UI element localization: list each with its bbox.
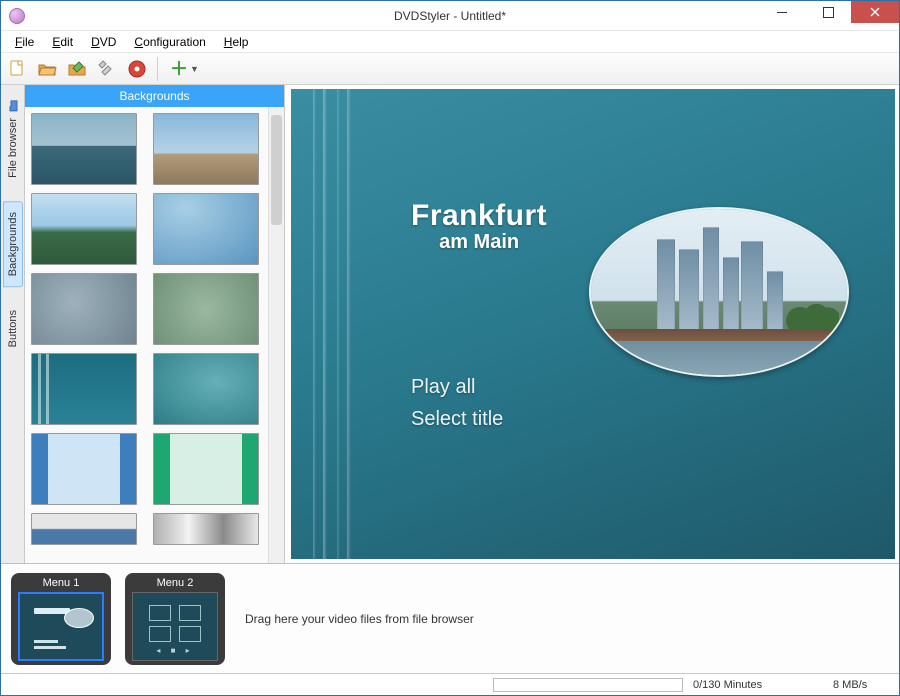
menu-preview-area: Frankfurt am Main Play all Select title [285, 85, 899, 563]
status-rate: 8 MB/s [833, 679, 893, 691]
content-area: File browser Backgrounds Buttons Backgro… [1, 85, 899, 563]
tab-file-browser[interactable]: File browser [3, 89, 23, 189]
background-thumb[interactable] [31, 353, 137, 425]
menu-edit[interactable]: Edit [44, 33, 81, 51]
maximize-button[interactable] [805, 1, 851, 23]
background-thumb[interactable] [153, 433, 259, 505]
backgrounds-scrollbar[interactable] [268, 107, 284, 563]
scrollbar-handle[interactable] [271, 115, 282, 225]
dropdown-icon: ▼ [190, 64, 199, 74]
status-progress [493, 678, 683, 692]
status-duration: 0/130 Minutes [693, 679, 823, 691]
timeline-drop-hint: Drag here your video files from file bro… [245, 612, 474, 626]
toolbar: ＋ ▼ [1, 53, 899, 85]
close-button[interactable] [851, 1, 899, 23]
menu-item-play-all[interactable]: Play all [411, 371, 503, 403]
background-thumb[interactable] [31, 273, 137, 345]
burn-disc-button[interactable] [125, 57, 149, 81]
background-thumb[interactable] [153, 193, 259, 265]
tab-buttons[interactable]: Buttons [3, 299, 23, 358]
background-thumb[interactable] [31, 433, 137, 505]
menu-title-line1: Frankfurt [411, 199, 547, 233]
folder-icon [7, 100, 19, 112]
minimize-button[interactable] [759, 1, 805, 23]
backgrounds-panel: Backgrounds [25, 85, 285, 563]
timeline-menu-1[interactable]: Menu 1 [11, 573, 111, 665]
menu-title-line2: am Main [411, 231, 547, 254]
toolbar-separator [157, 57, 158, 81]
settings-button[interactable] [95, 57, 119, 81]
window-controls [759, 1, 899, 23]
status-bar: 0/130 Minutes 8 MB/s [1, 673, 899, 695]
menu-help[interactable]: Help [216, 33, 257, 51]
tab-backgrounds-label: Backgrounds [7, 212, 19, 276]
titlebar: DVDStyler - Untitled* [1, 1, 899, 31]
background-thumb[interactable] [153, 353, 259, 425]
menu-items: Play all Select title [411, 371, 503, 435]
plus-icon: ＋ [170, 60, 188, 78]
open-project-button[interactable] [35, 57, 59, 81]
background-thumb[interactable] [153, 273, 259, 345]
menu-item-select-title[interactable]: Select title [411, 403, 503, 435]
app-window: DVDStyler - Untitled* File Edit DVD Conf… [0, 0, 900, 696]
timeline-menu-1-label: Menu 1 [43, 577, 80, 589]
menu-image-oval[interactable] [589, 207, 849, 377]
menu-canvas[interactable]: Frankfurt am Main Play all Select title [291, 89, 895, 559]
side-tab-strip: File browser Backgrounds Buttons [1, 85, 25, 563]
background-thumb[interactable] [31, 513, 137, 545]
timeline-menu-2-label: Menu 2 [157, 577, 194, 589]
menu-configuration[interactable]: Configuration [126, 33, 213, 51]
tab-file-browser-label: File browser [7, 118, 19, 178]
menu-title-block[interactable]: Frankfurt am Main [411, 199, 547, 254]
background-thumb[interactable] [153, 513, 259, 545]
timeline-bar: Menu 1 Menu 2 ◂ ■ ▸ Drag here your video… [1, 563, 899, 673]
backgrounds-list [25, 107, 284, 563]
menu-dvd[interactable]: DVD [83, 33, 124, 51]
backgrounds-panel-header: Backgrounds [25, 85, 284, 107]
timeline-menu-1-thumb [18, 592, 104, 661]
menu-file[interactable]: File [7, 33, 42, 51]
timeline-menu-2-thumb: ◂ ■ ▸ [132, 592, 218, 661]
tab-buttons-label: Buttons [7, 310, 19, 347]
new-project-button[interactable] [5, 57, 29, 81]
tab-backgrounds[interactable]: Backgrounds [3, 201, 23, 287]
timeline-menu-2[interactable]: Menu 2 ◂ ■ ▸ [125, 573, 225, 665]
app-icon [9, 8, 25, 24]
background-thumb[interactable] [153, 113, 259, 185]
menubar: File Edit DVD Configuration Help [1, 31, 899, 53]
background-thumb[interactable] [31, 113, 137, 185]
background-thumb[interactable] [31, 193, 137, 265]
save-project-button[interactable] [65, 57, 89, 81]
add-button[interactable]: ＋ ▼ [166, 57, 203, 81]
